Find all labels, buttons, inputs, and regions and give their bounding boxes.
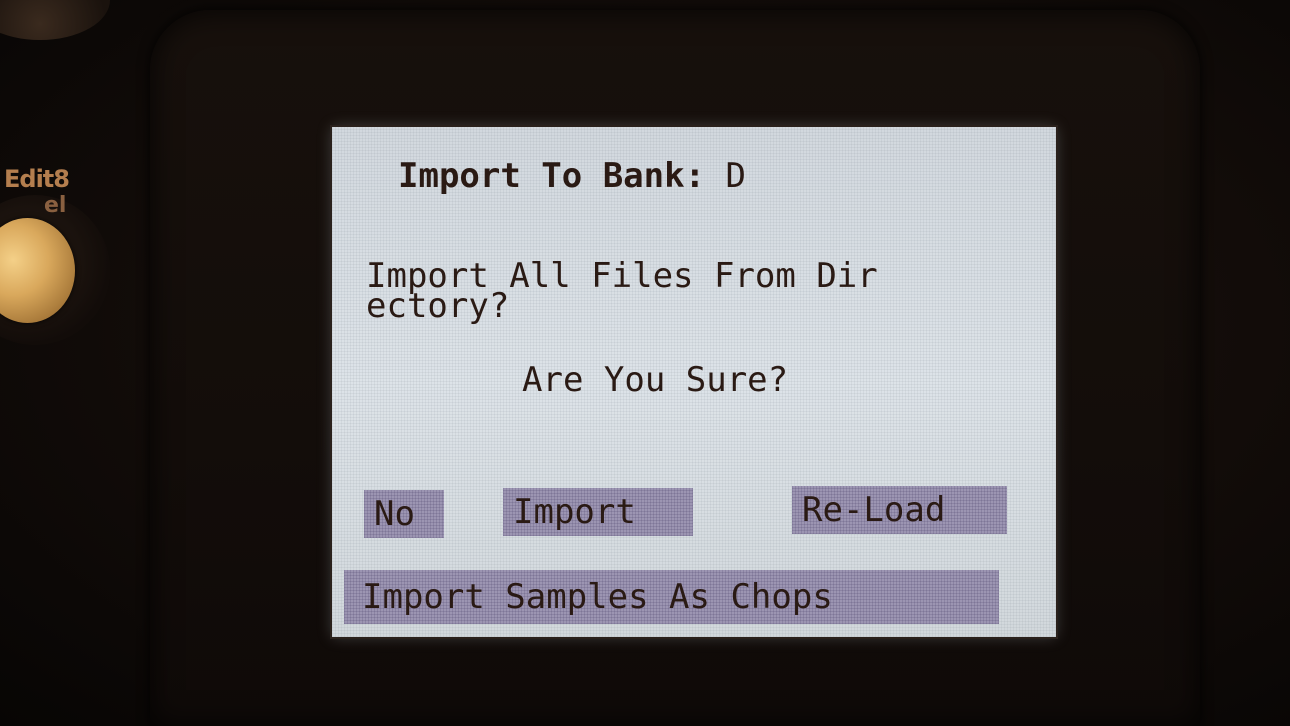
knob-label-edit8: Edit8: [4, 165, 70, 193]
hardware-device: Edit8 el Import To Bank: D Import All Fi…: [0, 0, 1290, 726]
reload-button[interactable]: Re-Load: [792, 486, 1007, 534]
bank-value: D: [725, 156, 746, 196]
page-title: Import To Bank: D: [398, 159, 746, 193]
lcd-screen: Import To Bank: D Import All Files From …: [332, 127, 1056, 637]
knob-label-sub: el: [44, 193, 67, 218]
import-button[interactable]: Import: [503, 488, 693, 536]
confirm-prompt: Are You Sure?: [522, 360, 789, 400]
import-samples-as-chops-button[interactable]: Import Samples As Chops: [344, 570, 999, 624]
no-button[interactable]: No: [364, 490, 444, 538]
import-message-line-2: ectory?: [366, 286, 510, 326]
title-label: Import To Bank:: [398, 156, 726, 196]
top-knob-ring: [0, 0, 110, 40]
